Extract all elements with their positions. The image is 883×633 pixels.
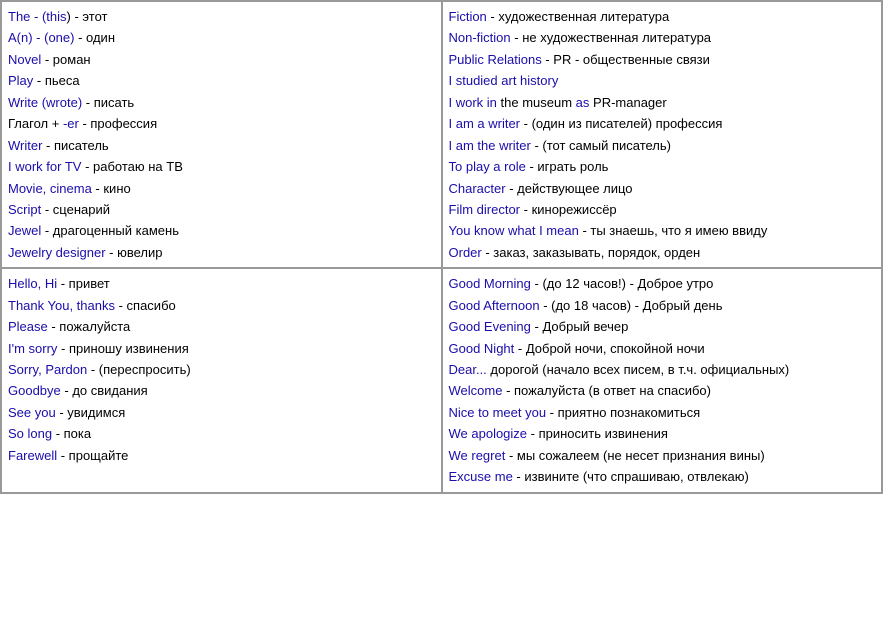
line: Sorry, Pardon - (переспросить) — [8, 359, 435, 380]
line: Order - заказ, заказывать, порядок, орде… — [449, 242, 876, 263]
cell-bottom-right: Good Morning - (до 12 часов!) - Доброе у… — [442, 268, 883, 492]
line: Non-fiction - не художественная литерату… — [449, 27, 876, 48]
line: Write (wrote) - писать — [8, 92, 435, 113]
line: Movie, cinema - кино — [8, 178, 435, 199]
line: Goodbye - до свидания — [8, 380, 435, 401]
line: The - (this) - этот — [8, 6, 435, 27]
line: Novel - роман — [8, 49, 435, 70]
line: Writer - писатель — [8, 135, 435, 156]
line: See you - увидимся — [8, 402, 435, 423]
line: Nice to meet you - приятно познакомиться — [449, 402, 876, 423]
line: Play - пьеса — [8, 70, 435, 91]
line: Please - пожалуйста — [8, 316, 435, 337]
line: Good Night - Доброй ночи, спокойной ночи — [449, 338, 876, 359]
cell-top-left: The - (this) - этот A(n) - (one) - один … — [1, 1, 442, 268]
line-am-a-writer: I am a writer - (один из писателей) проф… — [449, 113, 876, 134]
line: A(n) - (one) - один — [8, 27, 435, 48]
line-am-the-writer: I am the writer - (тот самый писатель) — [449, 135, 876, 156]
line: I'm sorry - приношу извинения — [8, 338, 435, 359]
line: Public Relations - PR - общественные свя… — [449, 49, 876, 70]
line: Film director - кинорежиссёр — [449, 199, 876, 220]
line: Hello, Hi - привет — [8, 273, 435, 294]
line: So long - пока — [8, 423, 435, 444]
line: Jewel - драгоценный камень — [8, 220, 435, 241]
cell-top-right: Fiction - художественная литература Non-… — [442, 1, 883, 268]
line: Script - сценарий — [8, 199, 435, 220]
line: Good Evening - Добрый вечер — [449, 316, 876, 337]
cell-bottom-left: Hello, Hi - привет Thank You, thanks - с… — [1, 268, 442, 492]
line: Good Morning - (до 12 часов!) - Доброе у… — [449, 273, 876, 294]
line: Jewelry designer - ювелир — [8, 242, 435, 263]
line: Good Afternoon - (до 18 часов) - Добрый … — [449, 295, 876, 316]
main-grid: The - (this) - этот A(n) - (one) - один … — [0, 0, 883, 494]
line: Thank You, thanks - спасибо — [8, 295, 435, 316]
line-character: Character - действующее лицо — [449, 178, 876, 199]
line: Excuse me - извините (что спрашиваю, отв… — [449, 466, 876, 487]
line: I work in the museum as PR-manager — [449, 92, 876, 113]
line: Welcome - пожалуйста (в ответ на спасибо… — [449, 380, 876, 401]
line: Fiction - художественная литература — [449, 6, 876, 27]
line: We apologize - приносить извинения — [449, 423, 876, 444]
line-studied-art-history: I studied art history — [449, 70, 876, 91]
line: We regret - мы сожалеем (не несет призна… — [449, 445, 876, 466]
line-to-play-a-role: To play a role - играть роль — [449, 156, 876, 177]
line: I work for TV - работаю на ТВ — [8, 156, 435, 177]
line: Dear... дорогой (начало всех писем, в т.… — [449, 359, 876, 380]
line: You know what I mean - ты знаешь, что я … — [449, 220, 876, 241]
line: Глагол + -er - профессия — [8, 113, 435, 134]
line: Farewell - прощайте — [8, 445, 435, 466]
